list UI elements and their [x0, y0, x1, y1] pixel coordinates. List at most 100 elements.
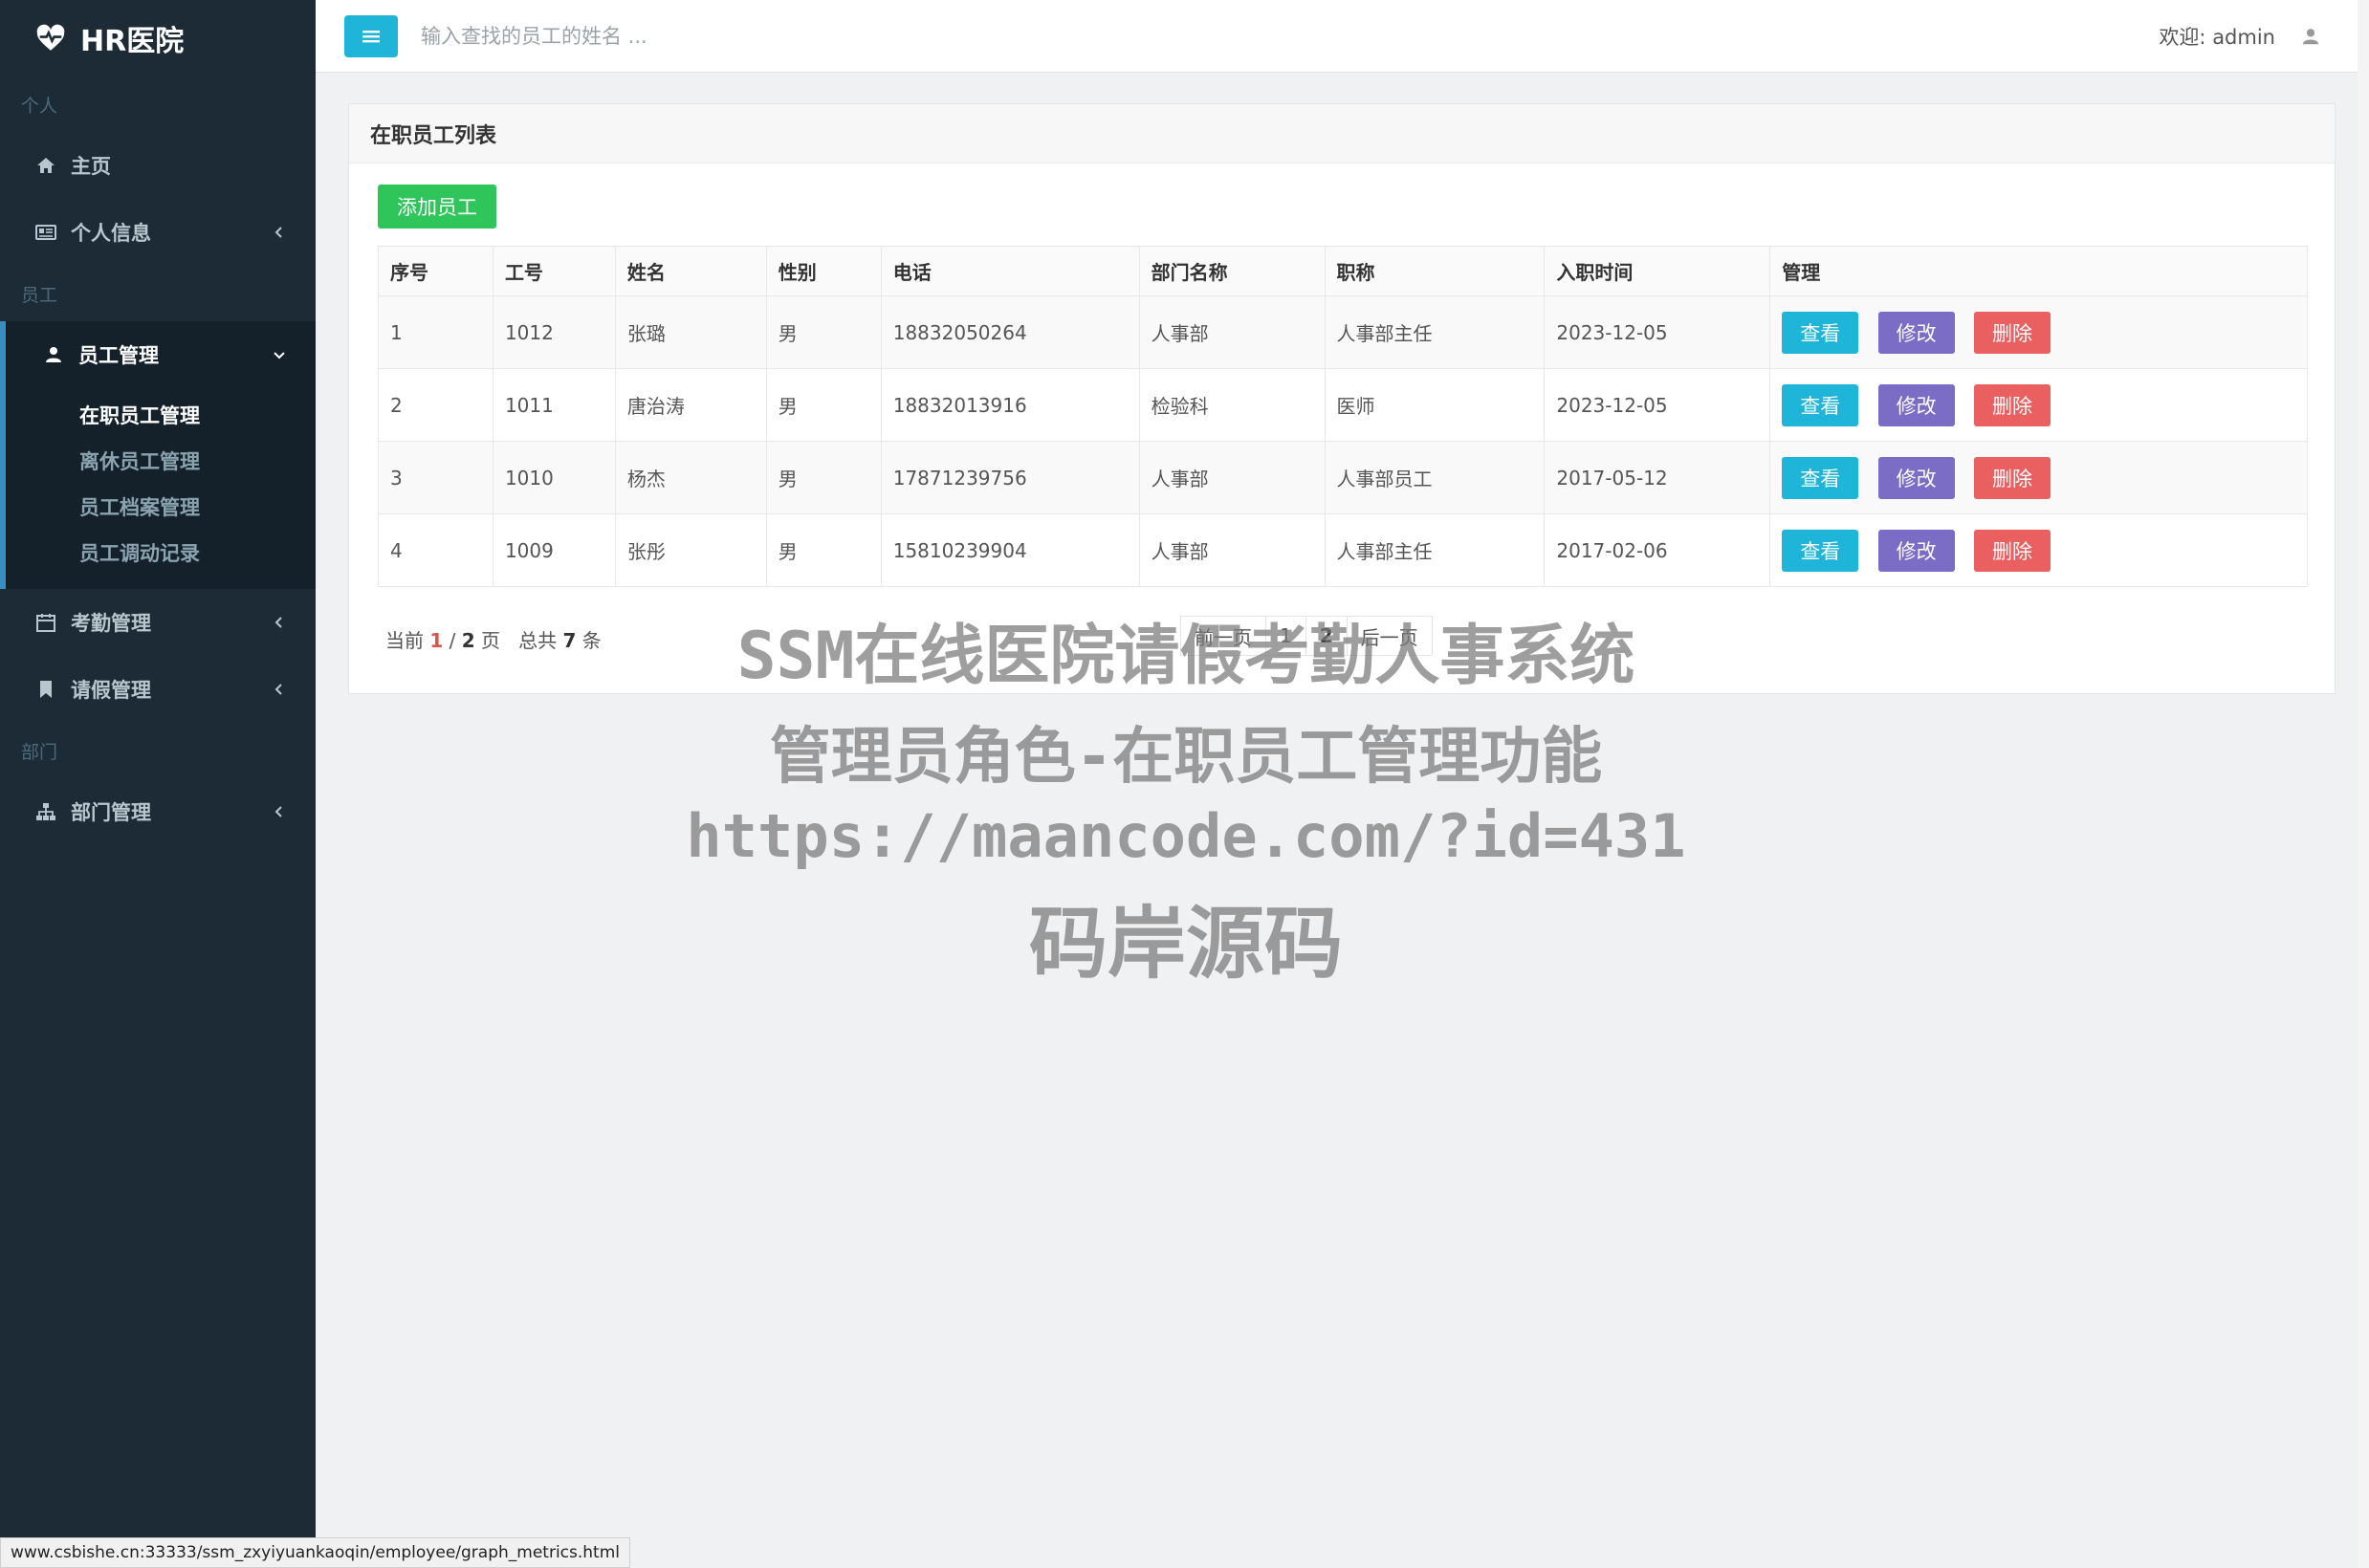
column-header: 姓名 [614, 246, 767, 296]
chevron-down-icon [274, 352, 285, 359]
sidebar-toggle-button[interactable] [344, 14, 398, 57]
watermark-line-4: 码岸源码 [1028, 899, 1343, 990]
view-button[interactable]: 查看 [1782, 383, 1859, 426]
chevron-left-icon [274, 227, 282, 238]
sidebar-item-staff-management[interactable]: 员工管理 [0, 321, 316, 388]
sidebar-subitem-transfer-records[interactable]: 员工调动记录 [6, 530, 316, 576]
user-icon [2302, 28, 2319, 44]
column-header: 管理 [1769, 246, 2308, 296]
cell-index: 1 [378, 295, 494, 369]
section-label-dept: 部门 [21, 741, 58, 763]
column-header: 部门名称 [1138, 246, 1326, 296]
cell-department: 人事部 [1138, 513, 1326, 587]
delete-button[interactable]: 删除 [1973, 383, 2051, 426]
chevron-left-icon [274, 684, 282, 695]
sidebar-item-label: 个人信息 [71, 222, 151, 245]
brand-title: HR医院 [80, 25, 185, 58]
total-prefix: 总共 [518, 629, 558, 652]
sidebar-item-attendance[interactable]: 考勤管理 [0, 589, 316, 656]
total-pages: 2 [461, 629, 475, 652]
watermark-line-2: 管理员角色-在职员工管理功能 [769, 722, 1603, 793]
menu-bars-icon [362, 30, 380, 42]
cell-name: 唐治涛 [614, 368, 767, 442]
table-row: 1 1012 张璐 男 18832050264 人事部 人事部主任 2023-1… [378, 295, 2308, 369]
total-count: 7 [562, 629, 577, 652]
top-header: 欢迎: admin [316, 0, 2369, 73]
delete-button[interactable]: 删除 [1973, 529, 2051, 572]
cell-name: 张彤 [614, 513, 767, 587]
employee-search-input[interactable] [419, 14, 1280, 57]
cell-actions: 查看 修改 删除 [1769, 441, 2308, 514]
cell-index: 4 [378, 513, 494, 587]
view-button[interactable]: 查看 [1782, 311, 1859, 354]
cell-name: 张璐 [614, 295, 767, 369]
cell-phone: 18832013916 [880, 368, 1140, 442]
view-button[interactable]: 查看 [1782, 456, 1859, 499]
chevron-left-icon [274, 806, 282, 817]
cell-employee-id: 1012 [492, 295, 616, 369]
sidebar-subitem-staff-archive[interactable]: 员工档案管理 [6, 484, 316, 530]
cell-index: 2 [378, 368, 494, 442]
id-card-icon [35, 225, 56, 240]
table-row: 2 1011 唐治涛 男 18832013916 检验科 医师 2023-12-… [378, 368, 2308, 442]
watermark-line-3: https://maancode.com/?id=431 [686, 801, 1686, 871]
column-header: 性别 [765, 246, 882, 296]
cell-gender: 男 [765, 441, 882, 514]
delete-button[interactable]: 删除 [1973, 311, 2051, 354]
cell-index: 3 [378, 441, 494, 514]
edit-button[interactable]: 修改 [1877, 456, 1955, 499]
cell-actions: 查看 修改 删除 [1769, 295, 2308, 369]
delete-button[interactable]: 删除 [1973, 456, 2051, 499]
sidebar-item-home[interactable]: 主页 [0, 132, 316, 199]
cell-gender: 男 [765, 295, 882, 369]
view-button[interactable]: 查看 [1782, 529, 1859, 572]
sidebar-item-leave[interactable]: 请假管理 [0, 656, 316, 723]
section-label-personal: 个人 [21, 95, 58, 117]
sidebar-item-label: 主页 [71, 155, 111, 178]
cell-hire-date: 2023-12-05 [1544, 295, 1771, 369]
cell-hire-date: 2017-05-12 [1544, 441, 1771, 514]
bookmark-icon [40, 681, 52, 698]
cell-phone: 18832050264 [880, 295, 1140, 369]
calendar-icon [36, 614, 55, 632]
cell-hire-date: 2023-12-05 [1544, 368, 1771, 442]
sitemap-icon [36, 803, 55, 820]
user-area[interactable]: 欢迎: admin [2159, 22, 2321, 51]
user-icon [46, 347, 61, 362]
cell-department: 人事部 [1138, 441, 1326, 514]
edit-button[interactable]: 修改 [1877, 311, 1955, 354]
column-header: 职称 [1324, 246, 1546, 296]
table-header-row: 序号 工号 姓名 性别 电话 部门名称 职称 入职时间 管理 [378, 246, 2308, 296]
count-unit: 条 [581, 629, 602, 652]
pagination-info: 当前 1 / 2 页 总共 7 条 [385, 625, 602, 653]
cell-name: 杨杰 [614, 441, 767, 514]
brand-logo[interactable]: HR医院 [0, 0, 316, 76]
sidebar-item-profile[interactable]: 个人信息 [0, 199, 316, 266]
table-row: 4 1009 张彤 男 15810239904 人事部 人事部主任 2017-0… [378, 513, 2308, 587]
edit-button[interactable]: 修改 [1877, 383, 1955, 426]
pager-sep: / [449, 629, 456, 652]
column-header: 电话 [880, 246, 1140, 296]
add-employee-button[interactable]: 添加员工 [378, 185, 496, 229]
cell-employee-id: 1010 [492, 441, 616, 514]
edit-button[interactable]: 修改 [1877, 529, 1955, 572]
column-header: 序号 [378, 246, 494, 296]
sidebar-item-label: 请假管理 [71, 679, 151, 702]
sidebar-subitem-active-staff[interactable]: 在职员工管理 [6, 392, 316, 438]
cell-employee-id: 1009 [492, 513, 616, 587]
cell-phone: 17871239756 [880, 441, 1140, 514]
section-label-staff: 员工 [21, 284, 58, 306]
sidebar-item-label: 考勤管理 [71, 612, 151, 635]
sidebar-item-department[interactable]: 部门管理 [0, 778, 316, 845]
cell-title: 人事部主任 [1324, 513, 1546, 587]
sidebar-subitem-retired-staff[interactable]: 离休员工管理 [6, 438, 316, 484]
staff-submenu: 在职员工管理 离休员工管理 员工档案管理 员工调动记录 [0, 388, 316, 589]
cell-phone: 15810239904 [880, 513, 1140, 587]
table-row: 3 1010 杨杰 男 17871239756 人事部 人事部员工 2017-0… [378, 441, 2308, 514]
watermark-line-1: SSM在线医院请假考勤人事系统 [736, 619, 1635, 694]
employee-table: 序号 工号 姓名 性别 电话 部门名称 职称 入职时间 管理 1 1012 张璐… [378, 246, 2308, 587]
page-scrollbar[interactable] [2358, 0, 2369, 1568]
cell-gender: 男 [765, 368, 882, 442]
heartbeat-icon [36, 24, 65, 51]
welcome-text: 欢迎: admin [2159, 25, 2275, 49]
